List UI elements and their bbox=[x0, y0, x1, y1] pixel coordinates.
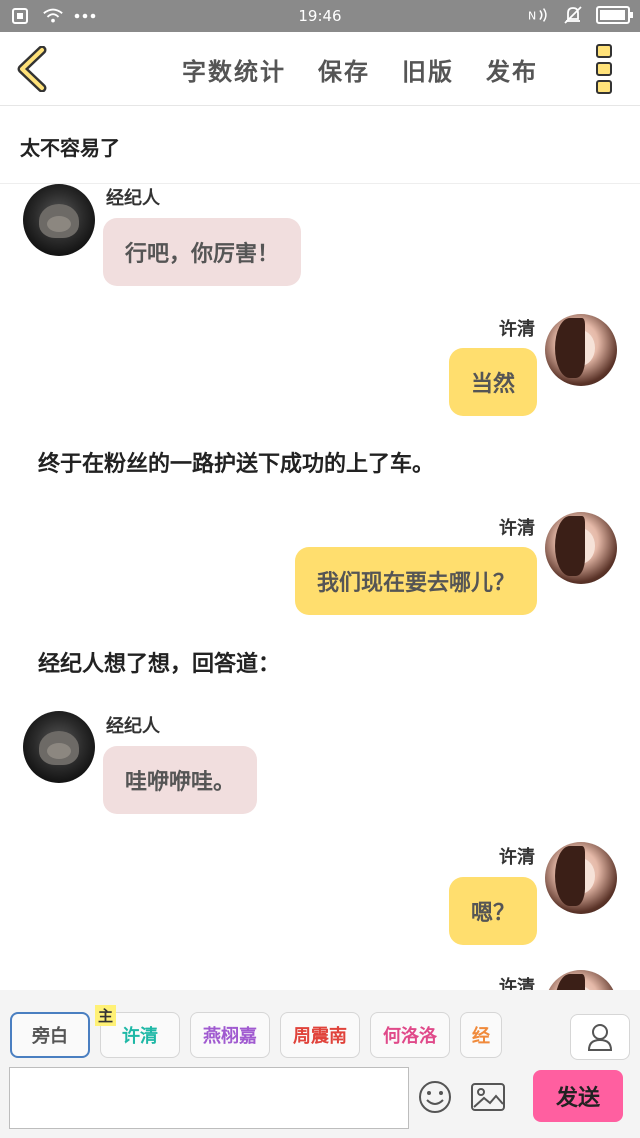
sender-name: 经纪人 bbox=[106, 716, 160, 737]
nfc-icon: N bbox=[528, 5, 550, 25]
chevron-left-icon bbox=[17, 45, 47, 93]
agent-avatar[interactable] bbox=[23, 711, 95, 783]
message-bubble[interactable]: 当然 bbox=[448, 348, 537, 416]
message-bubble[interactable]: 嗯？ bbox=[448, 877, 537, 945]
more-menu-icon-square bbox=[596, 62, 612, 76]
save-button[interactable]: 保存 bbox=[318, 52, 370, 87]
chat-area[interactable]: 经纪人 行吧，你厉害！ 许清 当然 终于在粉丝的一路护送下成功的上了车。 许清 … bbox=[0, 184, 640, 990]
sender-name: 许清 bbox=[499, 319, 535, 340]
role-agent-partial[interactable]: 经 bbox=[460, 1012, 502, 1058]
role-xuqing[interactable]: 主 许清 bbox=[95, 1005, 180, 1058]
message-input[interactable] bbox=[9, 1067, 409, 1129]
manage-roles-button[interactable] bbox=[570, 1014, 630, 1060]
role-label: 旁白 bbox=[32, 1026, 68, 1047]
agent-avatar[interactable] bbox=[23, 184, 95, 256]
word-count-button[interactable]: 字数统计 bbox=[182, 52, 286, 87]
user-icon bbox=[587, 1024, 613, 1051]
role-label: 许清 bbox=[122, 1026, 158, 1047]
status-bar: 19:46 N bbox=[0, 0, 640, 32]
mute-bell-icon bbox=[562, 5, 584, 25]
xuqing-avatar[interactable] bbox=[545, 842, 617, 914]
battery-icon bbox=[596, 6, 633, 24]
story-title: 太不容易了 bbox=[20, 136, 120, 160]
story-title-row[interactable]: 太不容易了 bbox=[0, 106, 640, 184]
sender-name: 许清 bbox=[499, 977, 535, 990]
role-heluoluo[interactable]: 何洛洛 bbox=[370, 1012, 450, 1058]
emoji-button[interactable] bbox=[418, 1080, 452, 1114]
role-narrator[interactable]: 旁白 bbox=[10, 1012, 90, 1058]
role-zhouzhennan[interactable]: 周震南 bbox=[280, 1012, 360, 1058]
battery-fill bbox=[600, 10, 625, 20]
back-button[interactable] bbox=[14, 45, 54, 93]
more-menu-icon-square bbox=[596, 44, 612, 58]
header-menu: 字数统计 保存 旧版 发布 bbox=[182, 52, 538, 87]
image-icon bbox=[471, 1083, 505, 1111]
role-label: 燕栩嘉 bbox=[203, 1026, 257, 1047]
sender-name: 许清 bbox=[499, 847, 535, 868]
more-menu-icon-square bbox=[596, 80, 612, 94]
role-yanxujia[interactable]: 燕栩嘉 bbox=[190, 1012, 270, 1058]
composer-panel: 旁白 主 许清 燕栩嘉 周震南 何洛洛 经 发送 bbox=[0, 990, 640, 1138]
xuqing-avatar[interactable] bbox=[545, 512, 617, 584]
main-role-badge: 主 bbox=[95, 1005, 117, 1026]
role-label: 经 bbox=[472, 1026, 490, 1047]
xuqing-avatar[interactable] bbox=[545, 970, 617, 990]
message-bubble[interactable]: 哇咿咿哇。 bbox=[103, 746, 258, 814]
publish-button[interactable]: 发布 bbox=[486, 52, 538, 87]
send-button[interactable]: 发送 bbox=[533, 1070, 623, 1122]
narration-text[interactable]: 终于在粉丝的一路护送下成功的上了车。 bbox=[38, 446, 434, 478]
role-selector: 旁白 主 许清 燕栩嘉 周震南 何洛洛 经 bbox=[10, 1005, 502, 1058]
message-bubble[interactable]: 行吧，你厉害！ bbox=[103, 218, 302, 286]
top-toolbar: 字数统计 保存 旧版 发布 bbox=[0, 32, 640, 106]
smiley-icon bbox=[419, 1081, 451, 1113]
insert-image-button[interactable] bbox=[470, 1080, 506, 1114]
sender-name: 许清 bbox=[499, 518, 535, 539]
svg-text:N: N bbox=[528, 10, 536, 23]
role-label: 周震南 bbox=[293, 1026, 347, 1047]
sender-name: 经纪人 bbox=[106, 188, 160, 209]
message-bubble[interactable]: 我们现在要去哪儿？ bbox=[294, 547, 537, 615]
more-menu-button[interactable] bbox=[596, 44, 614, 96]
xuqing-avatar[interactable] bbox=[545, 314, 617, 386]
role-label: 何洛洛 bbox=[383, 1026, 437, 1047]
old-version-button[interactable]: 旧版 bbox=[402, 52, 454, 87]
narration-text[interactable]: 经纪人想了想，回答道： bbox=[38, 646, 280, 678]
